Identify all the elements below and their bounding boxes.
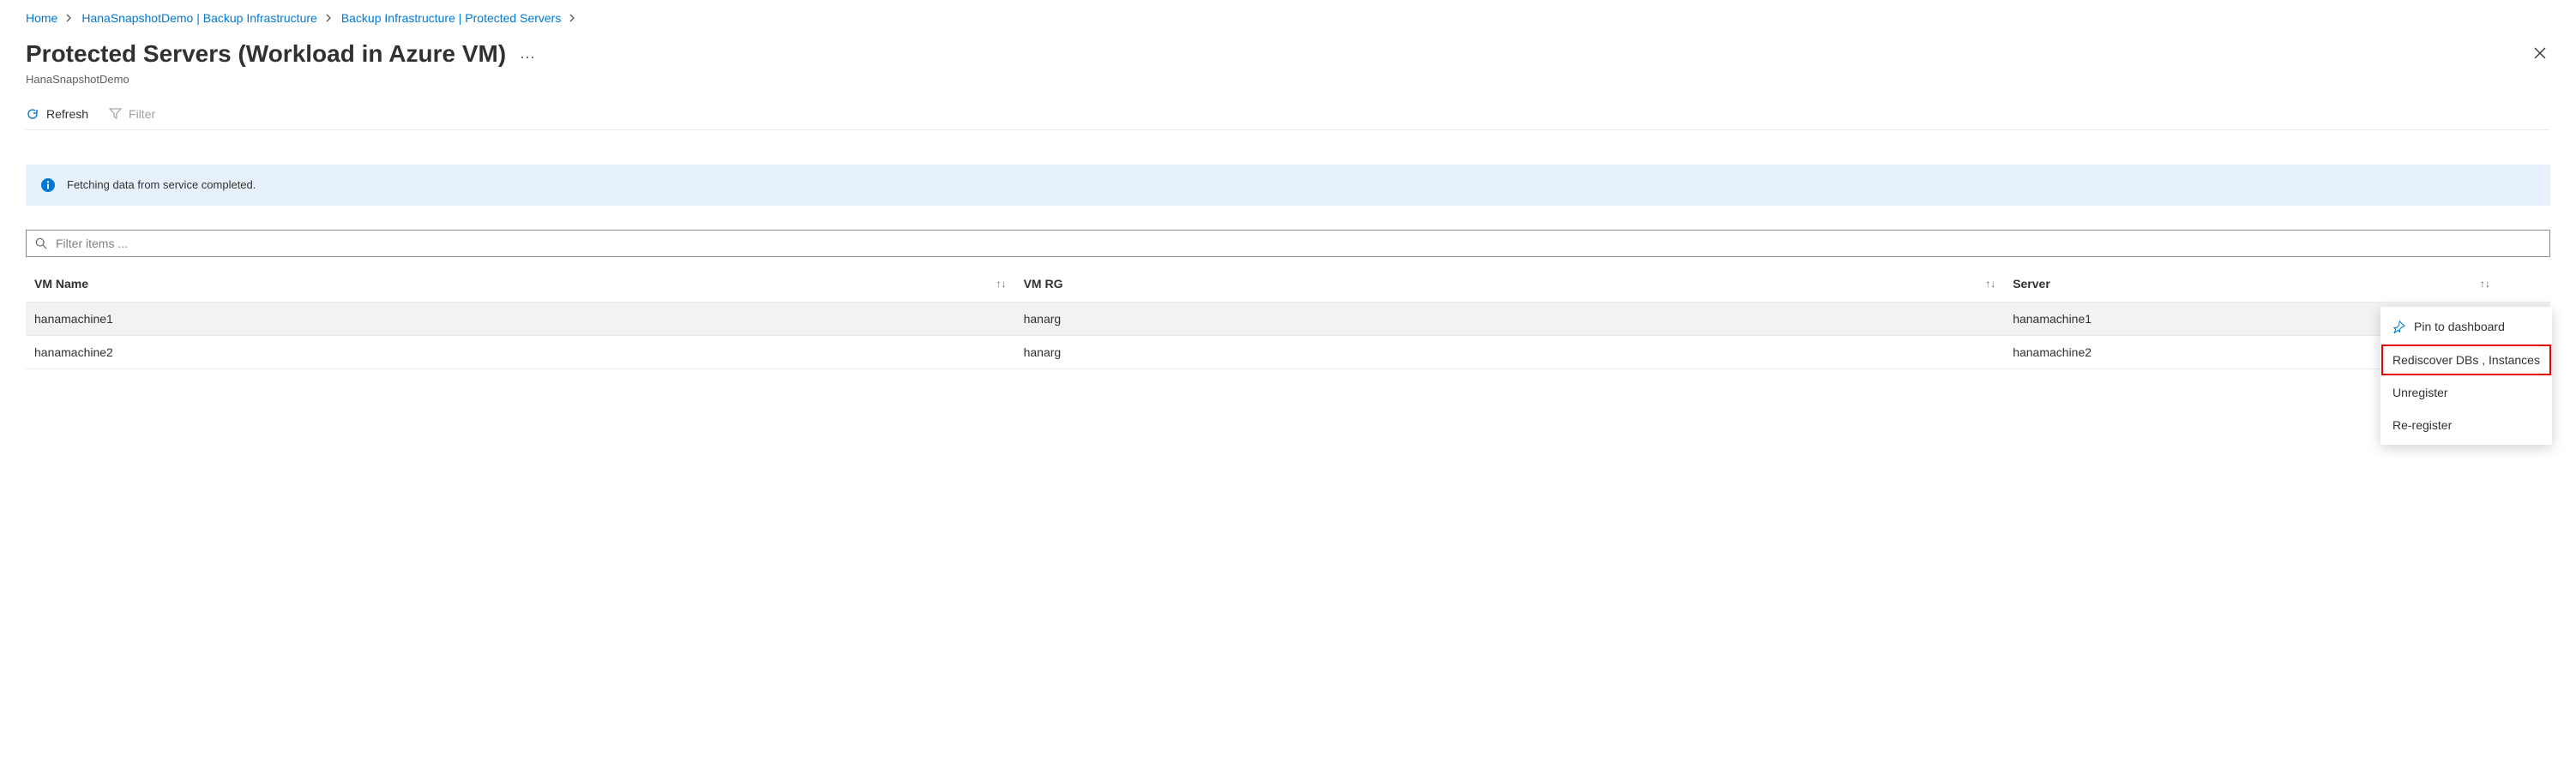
breadcrumb-item-home[interactable]: Home [26,12,57,24]
refresh-button[interactable]: Refresh [26,107,88,121]
menu-pin[interactable]: Pin to dashboard [2380,310,2552,344]
table-row[interactable]: hanamachine1 hanarg hanamachine1 ··· [26,303,2550,336]
info-icon [41,178,55,192]
menu-rediscover[interactable]: Rediscover DBs , Instances [2380,344,2552,376]
menu-reregister-label: Re-register [2392,419,2452,431]
chevron-right-icon [66,14,73,22]
col-vm-rg[interactable]: VM RG ↑↓ [1024,278,2013,290]
breadcrumb: Home HanaSnapshotDemo | Backup Infrastru… [26,12,2550,24]
sort-icon: ↑↓ [996,279,1007,289]
table-header: VM Name ↑↓ VM RG ↑↓ Server ↑↓ [26,266,2550,303]
sort-icon: ↑↓ [1985,279,1995,289]
menu-rediscover-label: Rediscover DBs , Instances [2392,354,2540,366]
page-subtitle: HanaSnapshotDemo [26,74,2550,85]
col-server[interactable]: Server ↑↓ [2013,278,2507,290]
col-server-label: Server [2013,278,2050,290]
info-banner: Fetching data from service completed. [26,165,2550,206]
menu-unregister-label: Unregister [2392,386,2448,398]
page-title: Protected Servers (Workload in Azure VM) [26,39,506,69]
table-row[interactable]: hanamachine2 hanarg hanamachine2 ··· [26,336,2550,369]
banner-message: Fetching data from service completed. [67,179,256,190]
chevron-right-icon [569,14,576,22]
menu-pin-label: Pin to dashboard [2414,321,2505,333]
toolbar: Refresh Filter [26,107,2550,130]
breadcrumb-item-protected[interactable]: Backup Infrastructure | Protected Server… [341,12,562,24]
cell-vm-name: hanamachine1 [34,313,1024,325]
menu-unregister[interactable]: Unregister [2380,376,2552,409]
cell-vm-rg: hanarg [1024,313,2013,325]
row-context-menu: Pin to dashboard Rediscover DBs , Instan… [2380,307,2552,445]
col-vm-rg-label: VM RG [1024,278,1063,290]
breadcrumb-item-infra[interactable]: HanaSnapshotDemo | Backup Infrastructure [81,12,316,24]
filter-icon [109,107,122,120]
servers-table: VM Name ↑↓ VM RG ↑↓ Server ↑↓ hanamachin… [26,266,2550,369]
cell-vm-rg: hanarg [1024,346,2013,358]
search-icon [35,237,47,249]
close-button[interactable] [2530,43,2550,63]
cell-vm-name: hanamachine2 [34,346,1024,358]
pin-icon [2392,321,2405,333]
more-icon[interactable]: ··· [520,44,535,64]
chevron-right-icon [326,14,333,22]
filter-items-input[interactable] [54,236,2541,251]
filter-items-wrap[interactable] [26,230,2550,257]
menu-reregister[interactable]: Re-register [2380,409,2552,441]
col-vm-name[interactable]: VM Name ↑↓ [34,278,1024,290]
refresh-label: Refresh [46,108,88,120]
filter-button[interactable]: Filter [109,107,155,120]
filter-label: Filter [129,108,155,120]
col-vm-name-label: VM Name [34,278,88,290]
sort-icon: ↑↓ [2480,279,2490,289]
refresh-icon [26,107,39,121]
